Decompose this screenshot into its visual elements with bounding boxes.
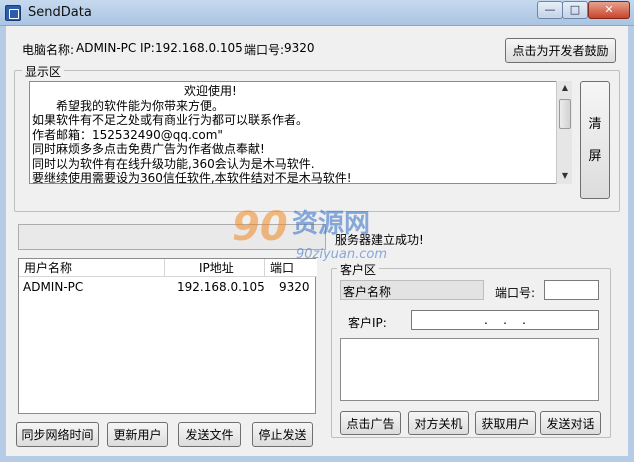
column-header-ip[interactable]: IP地址 (165, 259, 265, 277)
maximize-button[interactable]: □ (562, 1, 588, 19)
display-line: 作者邮箱：152532490@qq.com" (32, 127, 223, 142)
client-name-label: 客户名称 (340, 280, 484, 300)
display-line: 要继续使用需要设为360信任软件,本软件结对不是木马软件! (32, 171, 352, 185)
watermark-number: 90 (232, 204, 288, 250)
display-line: 如果软件有不足之处或有商业行为都可以联系作者。 (32, 113, 309, 127)
stop-send-button[interactable]: 停止发送 (252, 422, 313, 447)
port-value: 9320 (284, 41, 315, 55)
clear-screen-button[interactable]: 清 屏 (580, 81, 610, 199)
display-scrollbar[interactable]: ▲ ▼ (556, 81, 572, 184)
get-user-button[interactable]: 获取用户 (475, 411, 536, 435)
scroll-down-icon[interactable]: ▼ (557, 169, 573, 183)
row-username: ADMIN-PC (23, 280, 84, 294)
column-header-port[interactable]: 端口 (265, 259, 317, 277)
display-line: 欢迎使用! (184, 84, 237, 98)
app-icon (5, 5, 21, 21)
user-list[interactable]: 用户名称 IP地址 端口 ADMIN-PC 192.168.0.105 9320 (18, 258, 317, 414)
display-line: 同时以为软件有在线升级功能,360会认为是木马软件. (32, 156, 315, 171)
display-line: 希望我的软件能为你带来方便。 (56, 98, 225, 113)
display-textarea[interactable]: 欢迎使用! 希望我的软件能为你带来方便。 如果软件有不足之处或有商业行为都可以联… (29, 81, 557, 185)
ip-label: IP: (140, 41, 155, 55)
scrollbar-thumb[interactable] (559, 99, 571, 129)
watermark-logo: 90 资源网 90ziyuan.com (232, 204, 387, 262)
click-ad-button[interactable]: 点击广告 (340, 411, 401, 435)
remote-shutdown-button[interactable]: 对方关机 (408, 411, 469, 435)
window-title: SendData (28, 5, 92, 20)
send-chat-button[interactable]: 发送对话 (540, 411, 601, 435)
clear-button-label-top: 清 (588, 116, 602, 131)
port-label: 端口号: (244, 43, 285, 57)
status-text: 服务器建立成功! (335, 233, 424, 247)
send-file-button[interactable]: 发送文件 (178, 422, 241, 447)
computer-name-label: 电脑名称: (22, 43, 75, 57)
clear-button-label-bottom: 屏 (588, 148, 602, 163)
close-button[interactable]: ✕ (588, 1, 630, 19)
client-group-title: 客户区 (337, 261, 380, 278)
client-port-label: 端口号: (495, 286, 536, 300)
scroll-up-icon[interactable]: ▲ (557, 81, 573, 95)
client-message-textarea[interactable] (340, 338, 599, 401)
sync-network-time-button[interactable]: 同步网络时间 (16, 422, 99, 447)
donate-button[interactable]: 点击为开发者鼓励 (505, 38, 616, 63)
ip-value: 192.168.0.105 (155, 41, 243, 55)
client-ip-label: 客户IP: (348, 316, 387, 330)
row-ip: 192.168.0.105 (177, 280, 265, 294)
computer-name-value: ADMIN-PC (76, 41, 137, 55)
display-group-title: 显示区 (22, 63, 65, 80)
client-ip-input[interactable] (411, 310, 599, 330)
column-header-username[interactable]: 用户名称 (19, 259, 165, 277)
display-line: 同时麻烦多多点击免费广告为作者做点奉献! (32, 142, 265, 156)
refresh-users-button[interactable]: 更新用户 (107, 422, 168, 447)
client-port-input[interactable] (544, 280, 599, 300)
minimize-button[interactable]: — (537, 1, 563, 19)
row-port: 9320 (279, 280, 310, 294)
